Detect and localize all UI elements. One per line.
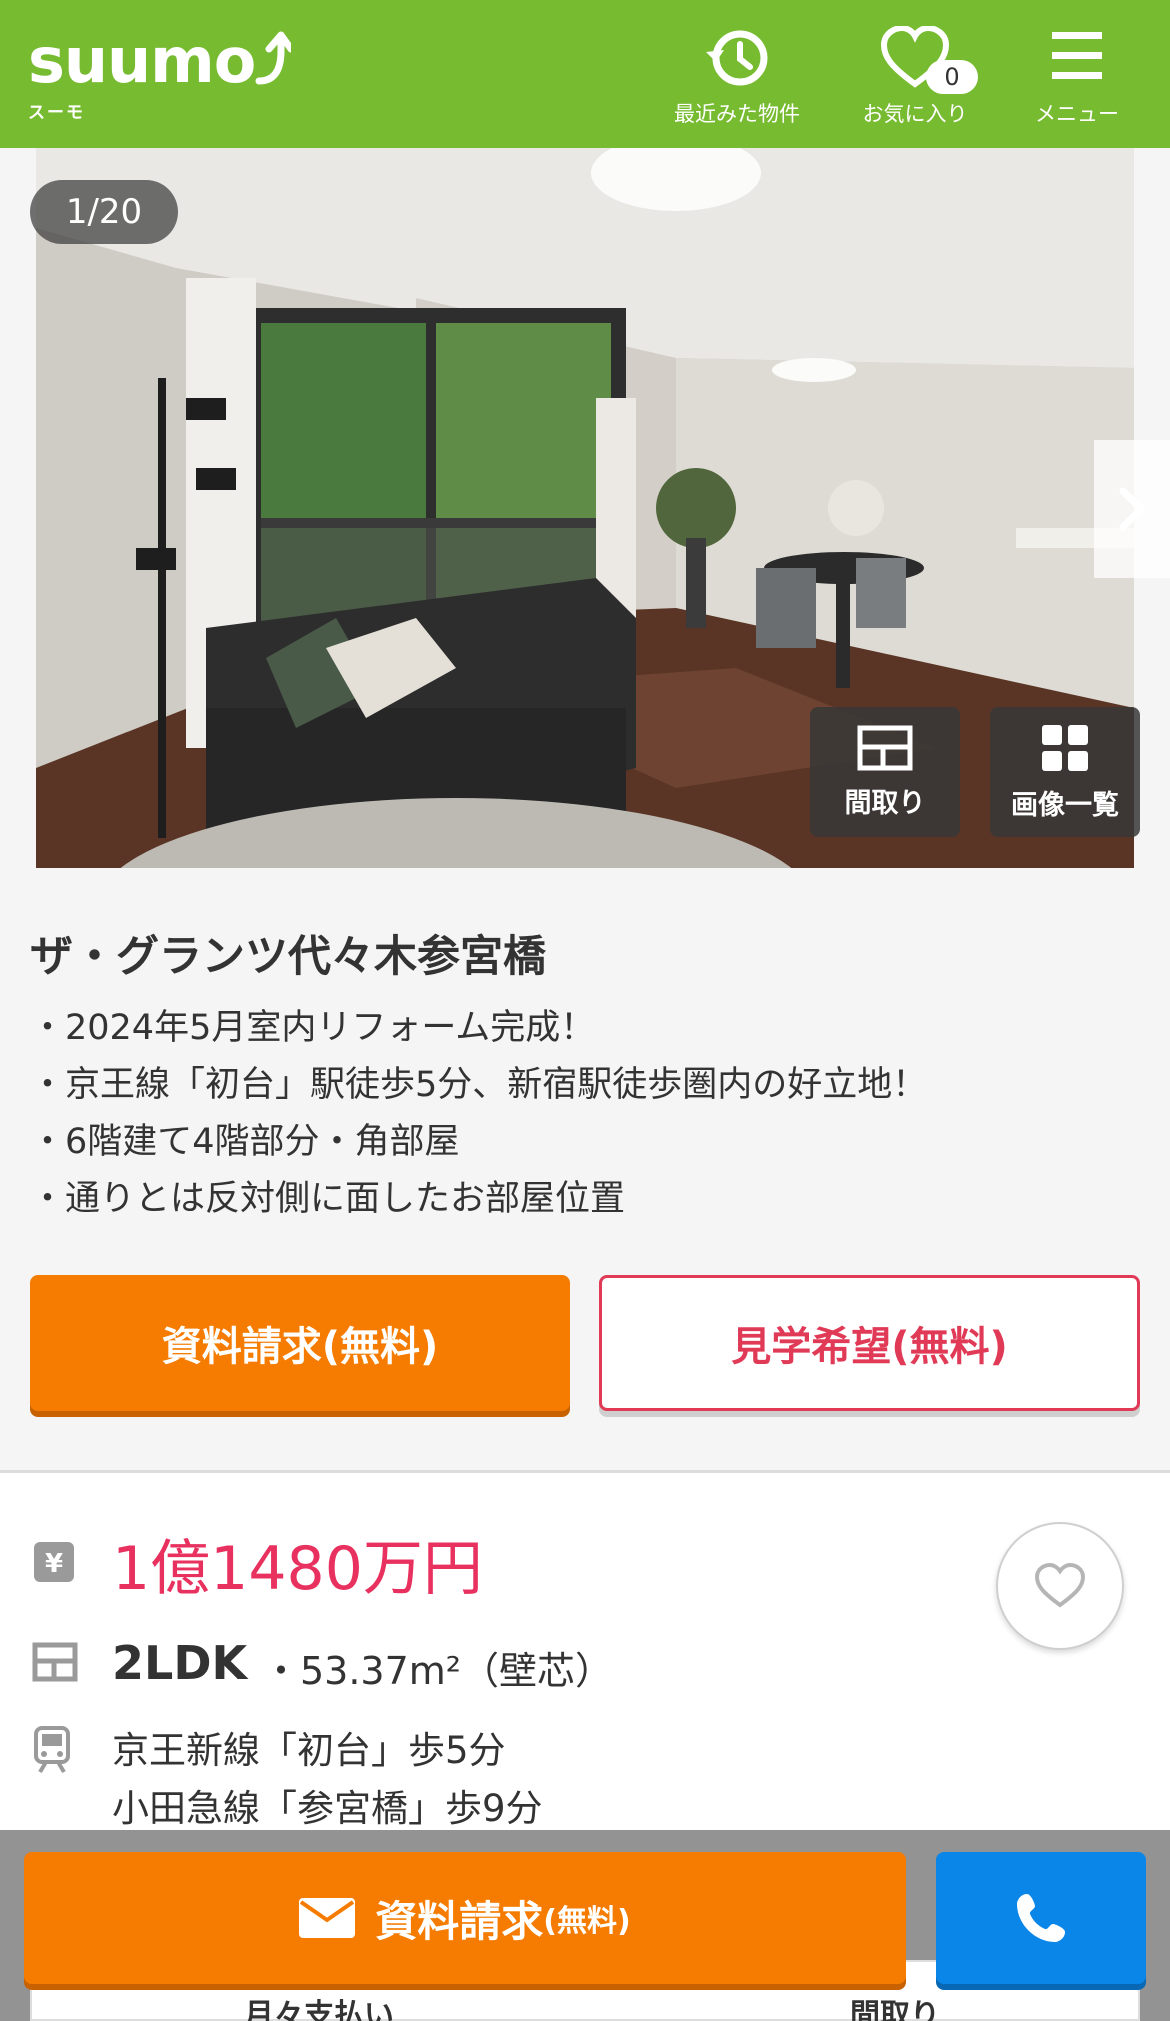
favorites-count-badge: 0 [926,60,978,94]
layout-type: 2LDK [112,1636,248,1690]
svg-text:¥: ¥ [45,1549,63,1579]
property-photo[interactable] [36,148,1134,868]
highlight-item: ・6階建て4階部分・角部屋 [30,1122,460,1162]
logo-text: suumo [28,24,256,97]
history-icon [706,30,768,86]
recent-viewed-label: 最近みた物件 [674,102,800,126]
floorplan-button[interactable]: 間取り [810,707,960,837]
sticky-request-label: 資料請求 [375,1896,544,1946]
property-title: ザ・グランツ代々木参宮橋 [30,932,546,982]
logo-subtext: スーモ [28,103,85,123]
suumo-logo[interactable]: suumo スーモ [28,24,292,123]
favorites-button[interactable]: 0 お気に入り [830,26,1000,128]
phone-icon [1017,1894,1065,1942]
property-highlights: ・2024年5月室内リフォーム完成！ ・京王線「初台」駅徒歩5分、新宿駅徒歩圏内… [30,1000,927,1228]
menu-label: メニュー [1035,102,1119,126]
favorites-label: お気に入り [862,102,968,126]
station-access: 京王新線「初台」歩5分 小田急線「参宮橋」歩9分 [112,1722,543,1838]
room-photo-illustration [36,148,1134,868]
property-price: 1億1480万円 [112,1534,483,1604]
highlight-item: ・京王線「初台」駅徒歩5分、新宿駅徒歩圏内の好立地！ [30,1065,928,1105]
highlight-item: ・2024年5月室内リフォーム完成！ [30,1008,596,1048]
floor-area: ・53.37m²（壁芯） [262,1649,614,1693]
mail-icon [299,1898,356,1938]
chevron-right-icon [1119,487,1145,531]
heart-outline-icon [1034,1563,1086,1608]
menu-button[interactable]: メニュー [992,26,1162,128]
image-list-label: 画像一覧 [1011,789,1119,821]
visit-request-button[interactable]: 見学希望(無料) [599,1275,1140,1411]
next-photo-button[interactable] [1094,440,1170,578]
floorplan-peek-label: 間取り [850,1998,940,2021]
menu-icon [1052,32,1102,79]
highlight-item: ・通りとは反対側に面したお部屋位置 [30,1179,626,1219]
floorplan-small-icon [32,1642,78,1682]
floorplan-icon [857,725,913,770]
sticky-request-sub: (無料) [543,1904,631,1939]
logo-arrow-icon [255,31,292,85]
call-button[interactable] [936,1852,1146,1984]
yen-icon: ¥ [34,1542,74,1582]
recent-viewed-button[interactable]: 最近みた物件 [652,26,822,128]
photo-counter: 1/20 [30,180,178,244]
grid-icon [1042,724,1088,771]
floorplan-label: 間取り [844,787,926,819]
monthly-payment-label: 月々支払い [244,1998,394,2021]
train-icon [34,1726,70,1774]
app-header: suumo スーモ 最近みた物件 0 お気に入り メニュー [0,0,1170,148]
sticky-request-button[interactable]: 資料請求 (無料) [24,1852,906,1984]
favorite-toggle-button[interactable] [996,1522,1124,1650]
image-list-button[interactable]: 画像一覧 [990,707,1140,837]
request-info-button[interactable]: 資料請求(無料) [30,1275,570,1411]
station-line: 京王新線「初台」歩5分 [112,1729,506,1772]
